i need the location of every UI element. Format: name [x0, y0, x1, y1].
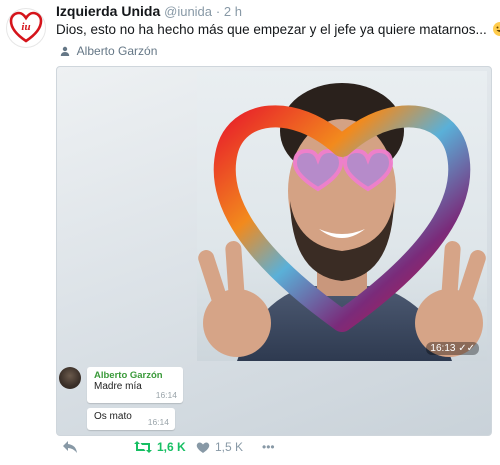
- iu-logo-icon: iu: [9, 11, 43, 43]
- avatar-logo-text: iu: [21, 21, 30, 33]
- more-button[interactable]: •••: [262, 440, 275, 454]
- user-icon: [60, 46, 70, 56]
- chat-sender-name: Alberto Garzón: [94, 370, 163, 381]
- author-handle[interactable]: @iunida: [164, 4, 212, 19]
- retweet-count: 1,6 K: [157, 440, 186, 454]
- chat-message-bubble[interactable]: Alberto Garzón Madre mía 16:14: [87, 367, 183, 403]
- tweet-media-card[interactable]: 16:13 ✓✓ Alberto Garzón Madre mía 16:14 …: [56, 66, 492, 436]
- chat-avatar[interactable]: [59, 367, 81, 389]
- tweet-actions: 1,6 K 1,5 K •••: [56, 440, 492, 460]
- chat-message-text: Os mato: [94, 411, 132, 422]
- more-icon: •••: [262, 440, 275, 454]
- reply-button[interactable]: [62, 440, 78, 454]
- retweeted-by[interactable]: Alberto Garzón: [60, 44, 157, 58]
- tweet-header: Izquierda Unida @iunida · 2 h: [56, 3, 242, 19]
- reply-icon: [63, 441, 77, 453]
- grinning-sweat-emoji: [492, 22, 500, 36]
- like-count: 1,5 K: [215, 440, 244, 454]
- chat-message-bubble[interactable]: Os mato 16:14: [87, 408, 175, 430]
- chat-photo[interactable]: 16:13 ✓✓: [197, 71, 487, 361]
- tweet-time[interactable]: · 2 h: [216, 4, 242, 19]
- photo-timestamp: 16:13 ✓✓: [426, 342, 479, 355]
- chat-message-text: Madre mía: [94, 381, 142, 392]
- chat-message-time: 16:14: [155, 390, 177, 400]
- double-check-icon: ✓✓: [458, 343, 475, 354]
- heart-icon: [196, 442, 210, 453]
- tweet-text-body: Dios, esto no ha hecho más que empezar y…: [56, 22, 487, 37]
- avatar[interactable]: iu: [6, 8, 46, 48]
- like-button[interactable]: 1,5 K: [196, 440, 243, 454]
- retweeted-by-name: Alberto Garzón: [76, 44, 158, 58]
- author-name[interactable]: Izquierda Unida: [56, 3, 160, 19]
- photo-illustration: [198, 83, 486, 361]
- retweet-button[interactable]: 1,6 K: [134, 440, 186, 454]
- tweet-text: Dios, esto no ha hecho más que empezar y…: [56, 22, 500, 37]
- retweet-icon: [134, 441, 152, 453]
- chat-message-time: 16:14: [147, 417, 169, 427]
